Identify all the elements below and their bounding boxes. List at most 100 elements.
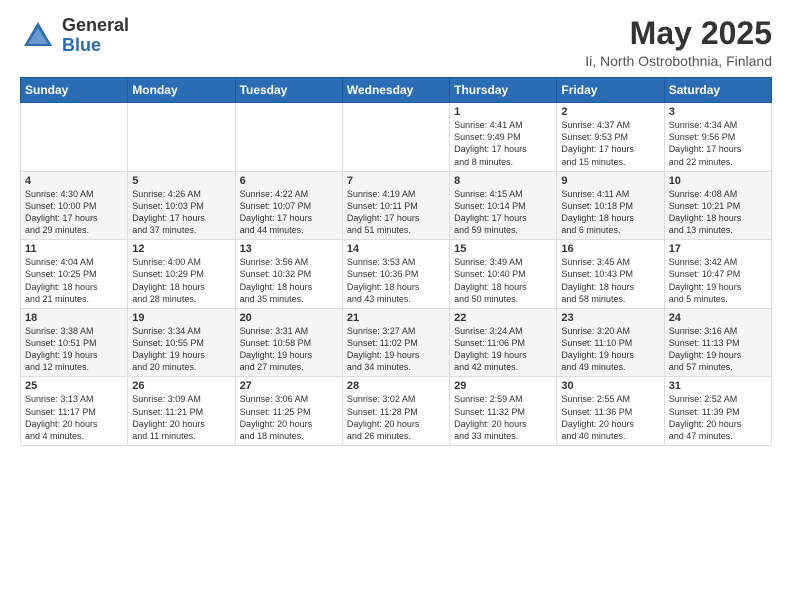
calendar-cell: 9Sunrise: 4:11 AM Sunset: 10:18 PM Dayli… [557, 171, 664, 240]
calendar-table: SundayMondayTuesdayWednesdayThursdayFrid… [20, 77, 772, 446]
day-info: Sunrise: 4:19 AM Sunset: 10:11 PM Daylig… [347, 188, 445, 237]
day-info: Sunrise: 4:22 AM Sunset: 10:07 PM Daylig… [240, 188, 338, 237]
col-header-friday: Friday [557, 78, 664, 103]
calendar-title: May 2025 [585, 16, 772, 51]
week-row-4: 18Sunrise: 3:38 AM Sunset: 10:51 PM Dayl… [21, 308, 772, 377]
day-number: 5 [132, 175, 230, 187]
calendar-cell: 3Sunrise: 4:34 AM Sunset: 9:56 PM Daylig… [664, 103, 771, 172]
day-info: Sunrise: 4:37 AM Sunset: 9:53 PM Dayligh… [561, 119, 659, 168]
calendar-cell: 8Sunrise: 4:15 AM Sunset: 10:14 PM Dayli… [450, 171, 557, 240]
calendar-cell: 12Sunrise: 4:00 AM Sunset: 10:29 PM Dayl… [128, 240, 235, 309]
calendar-cell: 4Sunrise: 4:30 AM Sunset: 10:00 PM Dayli… [21, 171, 128, 240]
calendar-cell [235, 103, 342, 172]
day-info: Sunrise: 3:24 AM Sunset: 11:06 PM Daylig… [454, 325, 552, 374]
day-number: 21 [347, 312, 445, 324]
day-number: 24 [669, 312, 767, 324]
day-info: Sunrise: 2:52 AM Sunset: 11:39 PM Daylig… [669, 393, 767, 442]
day-number: 22 [454, 312, 552, 324]
logo-blue-text: Blue [62, 36, 129, 56]
day-number: 10 [669, 175, 767, 187]
day-number: 30 [561, 380, 659, 392]
day-info: Sunrise: 2:55 AM Sunset: 11:36 PM Daylig… [561, 393, 659, 442]
calendar-cell: 28Sunrise: 3:02 AM Sunset: 11:28 PM Dayl… [342, 377, 449, 446]
day-number: 11 [25, 243, 123, 255]
day-info: Sunrise: 3:34 AM Sunset: 10:55 PM Daylig… [132, 325, 230, 374]
calendar-cell: 14Sunrise: 3:53 AM Sunset: 10:36 PM Dayl… [342, 240, 449, 309]
calendar-cell: 16Sunrise: 3:45 AM Sunset: 10:43 PM Dayl… [557, 240, 664, 309]
calendar-cell: 7Sunrise: 4:19 AM Sunset: 10:11 PM Dayli… [342, 171, 449, 240]
day-info: Sunrise: 2:59 AM Sunset: 11:32 PM Daylig… [454, 393, 552, 442]
day-number: 26 [132, 380, 230, 392]
day-info: Sunrise: 3:56 AM Sunset: 10:32 PM Daylig… [240, 256, 338, 305]
day-number: 16 [561, 243, 659, 255]
week-row-2: 4Sunrise: 4:30 AM Sunset: 10:00 PM Dayli… [21, 171, 772, 240]
col-header-saturday: Saturday [664, 78, 771, 103]
logo-text: General Blue [62, 16, 129, 56]
logo: General Blue [20, 16, 129, 56]
calendar-cell: 10Sunrise: 4:08 AM Sunset: 10:21 PM Dayl… [664, 171, 771, 240]
calendar-cell: 13Sunrise: 3:56 AM Sunset: 10:32 PM Dayl… [235, 240, 342, 309]
calendar-cell: 1Sunrise: 4:41 AM Sunset: 9:49 PM Daylig… [450, 103, 557, 172]
day-number: 19 [132, 312, 230, 324]
calendar-cell: 25Sunrise: 3:13 AM Sunset: 11:17 PM Dayl… [21, 377, 128, 446]
day-number: 1 [454, 106, 552, 118]
day-number: 13 [240, 243, 338, 255]
header: General Blue May 2025 Ii, North Ostrobot… [20, 16, 772, 69]
page: General Blue May 2025 Ii, North Ostrobot… [0, 0, 792, 612]
day-info: Sunrise: 4:34 AM Sunset: 9:56 PM Dayligh… [669, 119, 767, 168]
calendar-cell: 15Sunrise: 3:49 AM Sunset: 10:40 PM Dayl… [450, 240, 557, 309]
day-number: 31 [669, 380, 767, 392]
day-info: Sunrise: 4:30 AM Sunset: 10:00 PM Daylig… [25, 188, 123, 237]
day-info: Sunrise: 3:31 AM Sunset: 10:58 PM Daylig… [240, 325, 338, 374]
day-number: 25 [25, 380, 123, 392]
day-info: Sunrise: 3:45 AM Sunset: 10:43 PM Daylig… [561, 256, 659, 305]
calendar-cell: 22Sunrise: 3:24 AM Sunset: 11:06 PM Dayl… [450, 308, 557, 377]
col-header-monday: Monday [128, 78, 235, 103]
calendar-cell: 20Sunrise: 3:31 AM Sunset: 10:58 PM Dayl… [235, 308, 342, 377]
day-number: 12 [132, 243, 230, 255]
calendar-cell: 24Sunrise: 3:16 AM Sunset: 11:13 PM Dayl… [664, 308, 771, 377]
day-number: 3 [669, 106, 767, 118]
calendar-cell: 21Sunrise: 3:27 AM Sunset: 11:02 PM Dayl… [342, 308, 449, 377]
calendar-cell: 31Sunrise: 2:52 AM Sunset: 11:39 PM Dayl… [664, 377, 771, 446]
day-info: Sunrise: 3:53 AM Sunset: 10:36 PM Daylig… [347, 256, 445, 305]
day-info: Sunrise: 3:20 AM Sunset: 11:10 PM Daylig… [561, 325, 659, 374]
day-info: Sunrise: 4:41 AM Sunset: 9:49 PM Dayligh… [454, 119, 552, 168]
calendar-cell: 11Sunrise: 4:04 AM Sunset: 10:25 PM Dayl… [21, 240, 128, 309]
day-number: 7 [347, 175, 445, 187]
day-number: 9 [561, 175, 659, 187]
day-number: 28 [347, 380, 445, 392]
calendar-cell: 17Sunrise: 3:42 AM Sunset: 10:47 PM Dayl… [664, 240, 771, 309]
day-info: Sunrise: 4:04 AM Sunset: 10:25 PM Daylig… [25, 256, 123, 305]
day-number: 27 [240, 380, 338, 392]
day-number: 15 [454, 243, 552, 255]
calendar-cell: 2Sunrise: 4:37 AM Sunset: 9:53 PM Daylig… [557, 103, 664, 172]
calendar-cell: 23Sunrise: 3:20 AM Sunset: 11:10 PM Dayl… [557, 308, 664, 377]
calendar-cell: 29Sunrise: 2:59 AM Sunset: 11:32 PM Dayl… [450, 377, 557, 446]
day-info: Sunrise: 4:26 AM Sunset: 10:03 PM Daylig… [132, 188, 230, 237]
day-info: Sunrise: 4:00 AM Sunset: 10:29 PM Daylig… [132, 256, 230, 305]
day-number: 2 [561, 106, 659, 118]
calendar-cell: 6Sunrise: 4:22 AM Sunset: 10:07 PM Dayli… [235, 171, 342, 240]
day-number: 23 [561, 312, 659, 324]
day-number: 6 [240, 175, 338, 187]
day-number: 18 [25, 312, 123, 324]
logo-general-text: General [62, 16, 129, 36]
calendar-cell: 18Sunrise: 3:38 AM Sunset: 10:51 PM Dayl… [21, 308, 128, 377]
day-info: Sunrise: 3:42 AM Sunset: 10:47 PM Daylig… [669, 256, 767, 305]
header-row: SundayMondayTuesdayWednesdayThursdayFrid… [21, 78, 772, 103]
day-info: Sunrise: 4:15 AM Sunset: 10:14 PM Daylig… [454, 188, 552, 237]
col-header-tuesday: Tuesday [235, 78, 342, 103]
week-row-3: 11Sunrise: 4:04 AM Sunset: 10:25 PM Dayl… [21, 240, 772, 309]
day-info: Sunrise: 3:06 AM Sunset: 11:25 PM Daylig… [240, 393, 338, 442]
calendar-cell [21, 103, 128, 172]
day-number: 8 [454, 175, 552, 187]
logo-icon [20, 18, 56, 54]
day-number: 29 [454, 380, 552, 392]
day-number: 14 [347, 243, 445, 255]
day-number: 4 [25, 175, 123, 187]
day-info: Sunrise: 3:09 AM Sunset: 11:21 PM Daylig… [132, 393, 230, 442]
day-number: 20 [240, 312, 338, 324]
calendar-cell: 26Sunrise: 3:09 AM Sunset: 11:21 PM Dayl… [128, 377, 235, 446]
calendar-cell [342, 103, 449, 172]
